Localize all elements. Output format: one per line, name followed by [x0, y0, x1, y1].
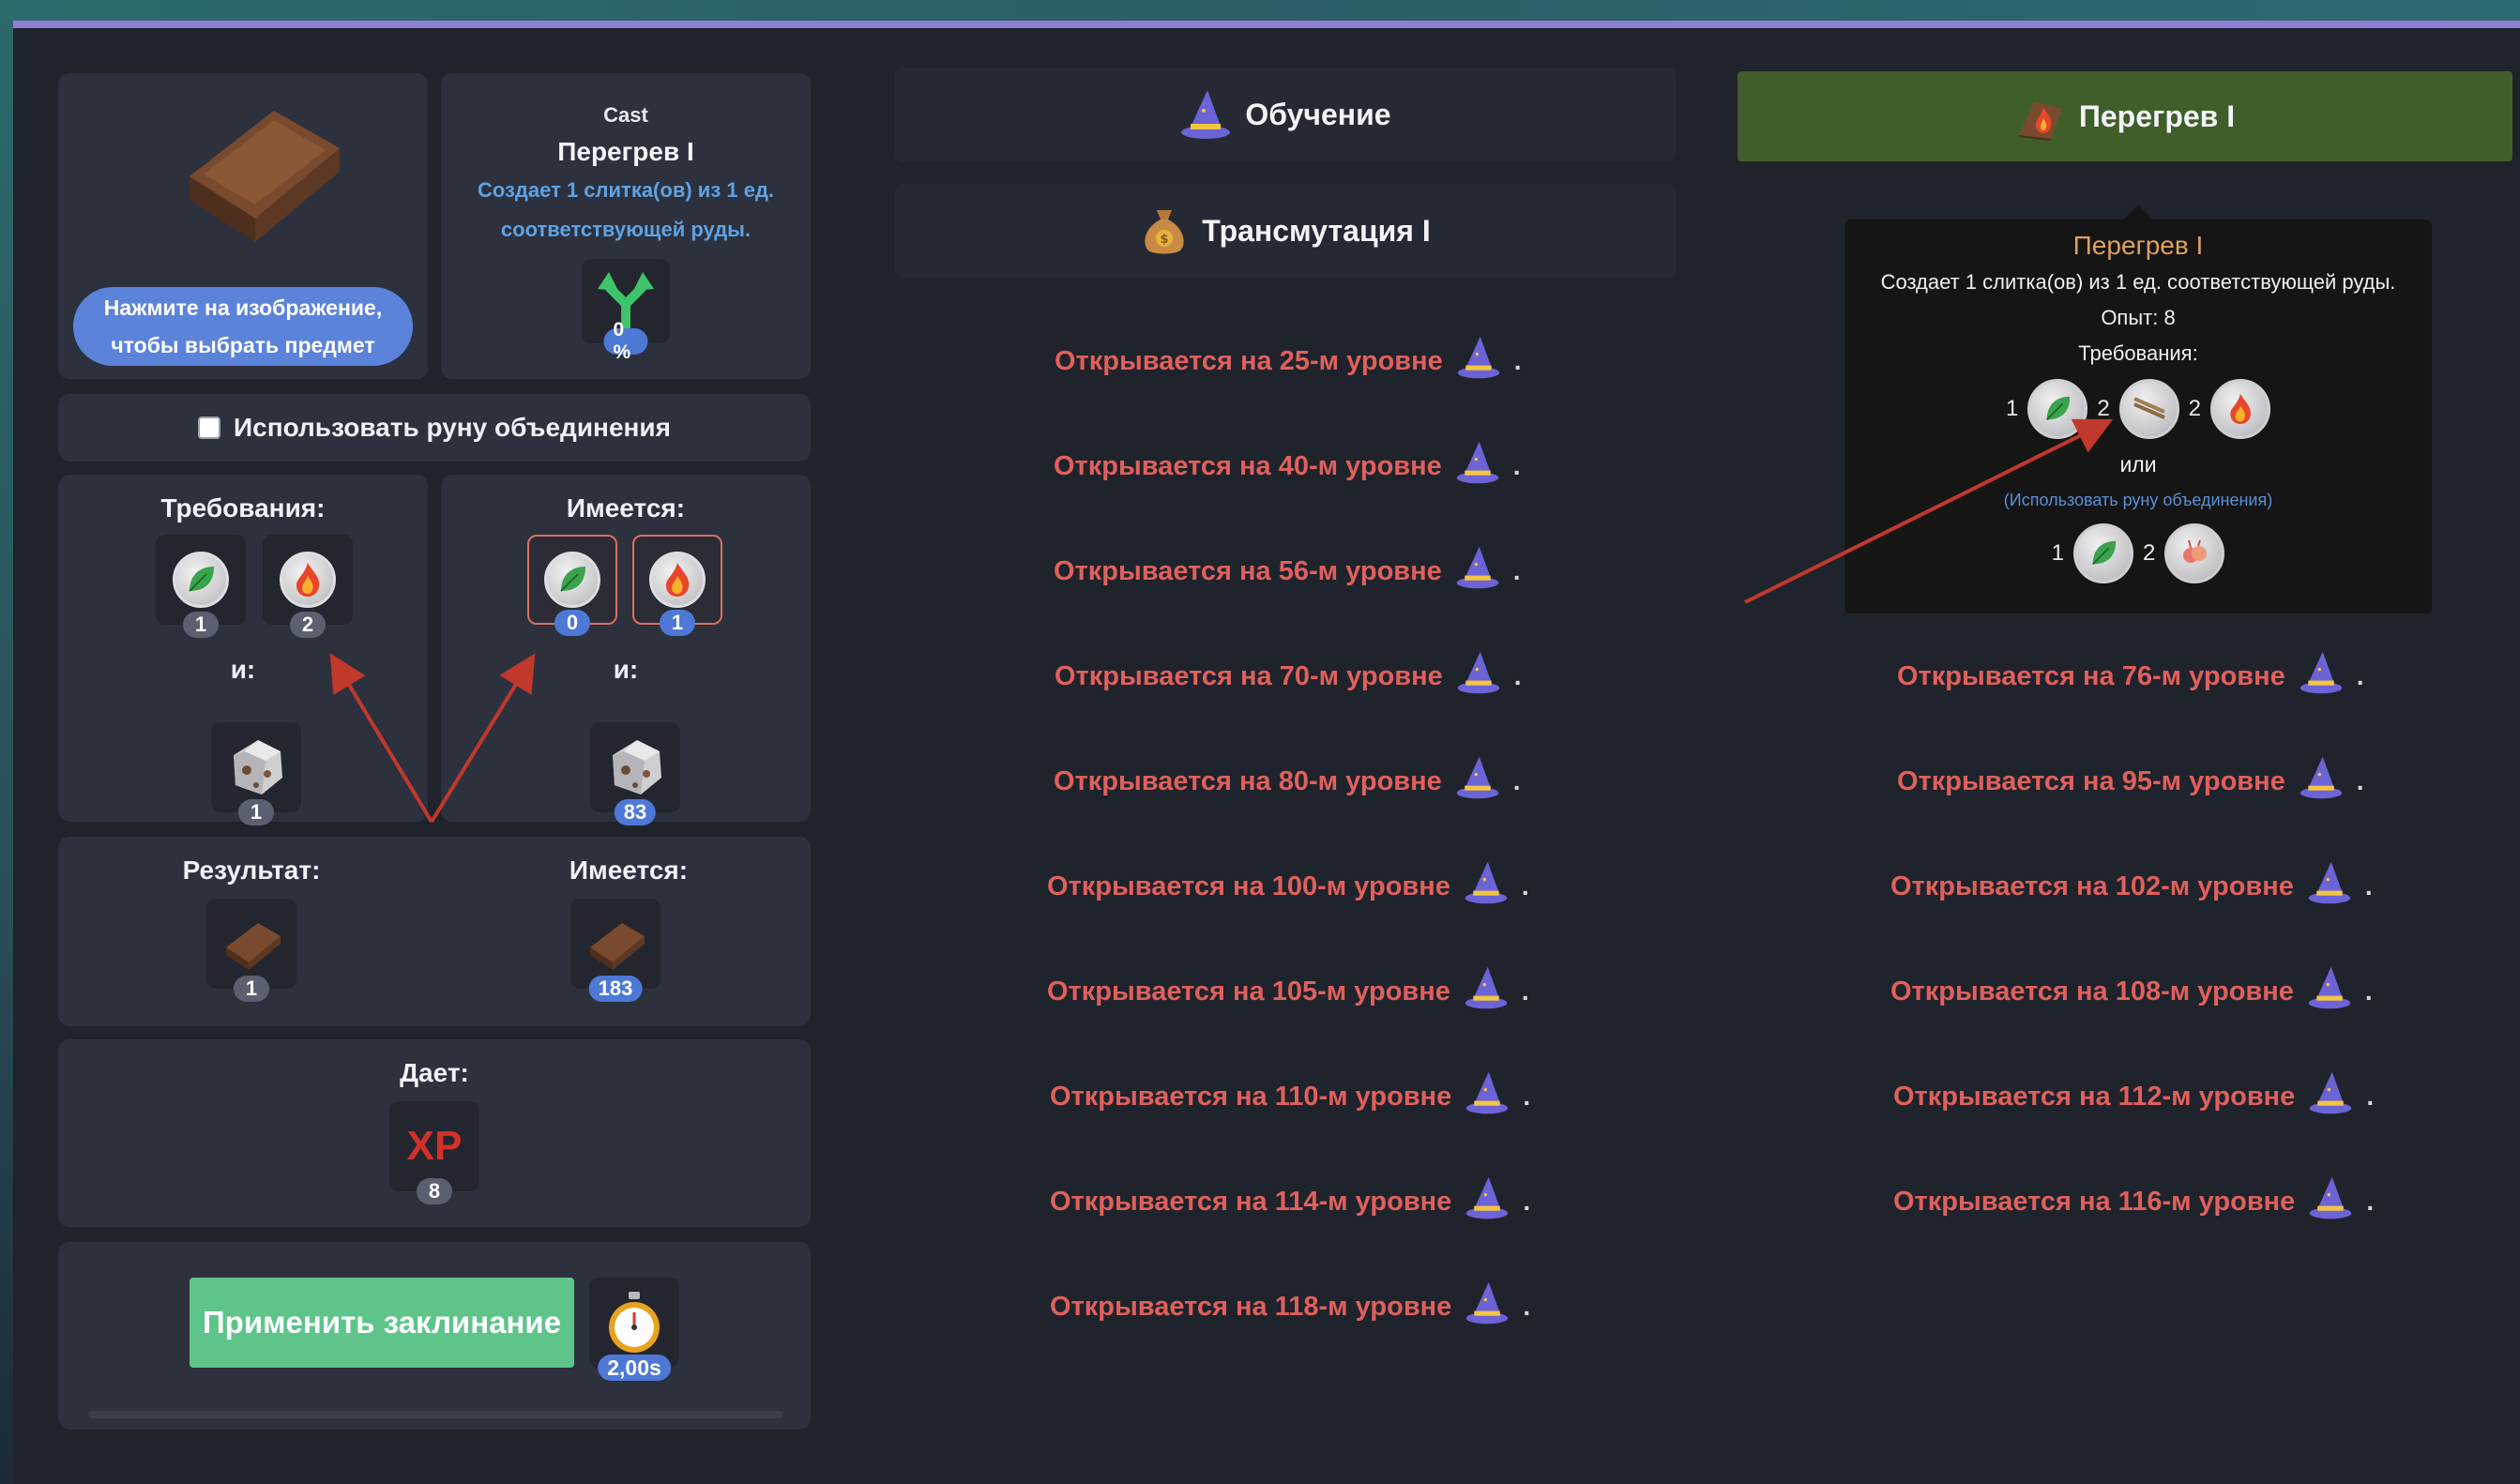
crafting-window: Нажмите на изображение, чтобы выбрать пр…: [13, 21, 2520, 1484]
arrow-to-requirements: [329, 653, 433, 824]
arrow-to-sticks: [1744, 418, 2114, 604]
arrow-to-have: [430, 653, 536, 824]
annotation-arrows: [329, 418, 2114, 824]
